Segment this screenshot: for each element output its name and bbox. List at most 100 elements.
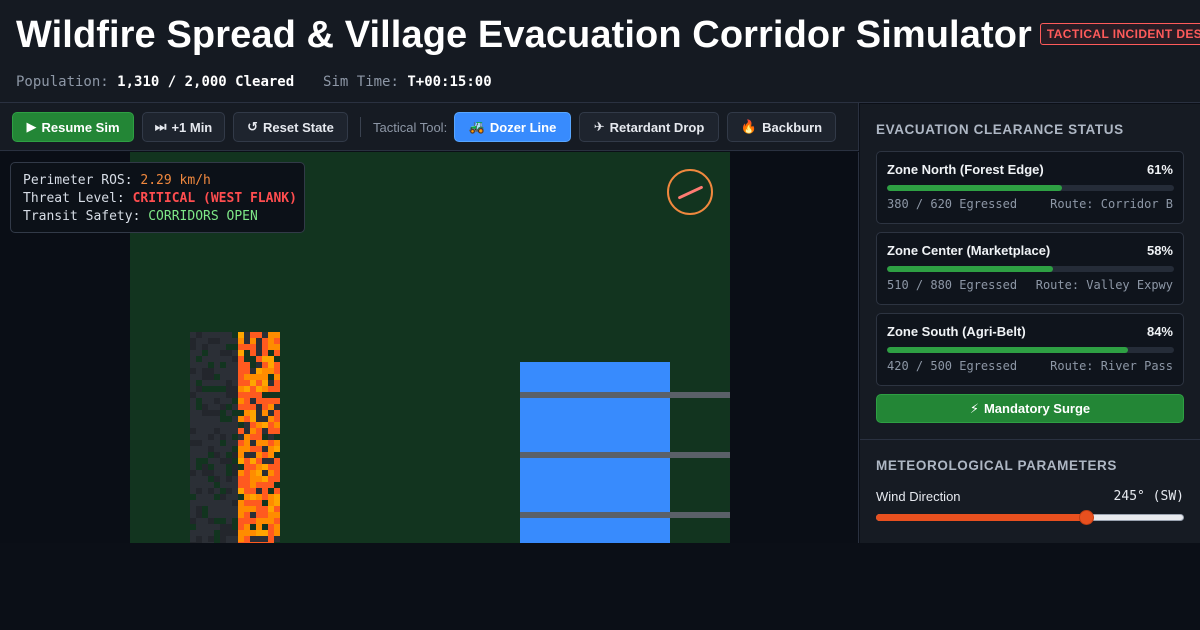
fire-cell (274, 500, 280, 506)
burned-cell (208, 494, 214, 500)
transit-value: CORRIDORS OPEN (148, 209, 258, 224)
fire-cell (268, 536, 274, 542)
burned-cell (226, 452, 232, 458)
burned-cell (226, 398, 232, 404)
wind-direction-slider[interactable] (876, 510, 1184, 525)
fire-cell (250, 482, 256, 488)
zone-progress-bar (887, 347, 1174, 353)
slider-thumb[interactable] (1079, 510, 1094, 525)
burned-cell (208, 374, 214, 380)
fire-cell (238, 374, 244, 380)
burned-cell (214, 416, 220, 422)
fire-cell (262, 470, 268, 476)
fire-cell (268, 356, 274, 362)
burned-cell (220, 398, 226, 404)
zone-card-center: Zone Center (Marketplace) 58% 510 / 880 … (876, 232, 1184, 305)
toolbar: ▶ Resume Sim ⏭ +1 Min ↺ Reset State Tact… (0, 103, 859, 151)
burned-cell (214, 350, 220, 356)
burned-cell (208, 392, 214, 398)
burned-cell (214, 476, 220, 482)
burned-cell (220, 422, 226, 428)
transit-label: Transit Safety: (23, 209, 141, 224)
burned-cell (214, 542, 220, 543)
burned-cell (226, 392, 232, 398)
backburn-label: Backburn (762, 119, 823, 135)
burned-cell (202, 476, 208, 482)
fire-cell (250, 500, 256, 506)
fire-cell (256, 410, 262, 416)
fire-cell (262, 362, 268, 368)
fire-cell (244, 338, 250, 344)
burned-cell (208, 506, 214, 512)
burned-cell (226, 332, 232, 338)
fire-cell (250, 452, 256, 458)
burned-cell (208, 380, 214, 386)
burned-cell (220, 386, 226, 392)
fire-cell (274, 368, 280, 374)
burned-cell (220, 356, 226, 362)
burned-cell (214, 524, 220, 530)
burned-cell (190, 446, 196, 452)
burned-cell (190, 542, 196, 543)
burned-cell (190, 374, 196, 380)
burned-cell (196, 518, 202, 524)
burned-cell (220, 428, 226, 434)
burned-cell (196, 458, 202, 464)
resume-sim-button[interactable]: ▶ Resume Sim (12, 112, 134, 142)
retardant-drop-button[interactable]: ✈ Retardant Drop (579, 112, 719, 142)
fire-cell (238, 332, 244, 338)
met-section-title: METEOROLOGICAL PARAMETERS (876, 458, 1118, 473)
burned-cell (220, 362, 226, 368)
fire-cell (250, 506, 256, 512)
fire-cell (238, 428, 244, 434)
burned-cell (220, 410, 226, 416)
fire-cell (268, 488, 274, 494)
fire-cell (256, 452, 262, 458)
fire-cell (268, 422, 274, 428)
fire-cell (256, 530, 262, 536)
burned-cell (214, 398, 220, 404)
mandatory-surge-button[interactable]: ⚡ Mandatory Surge (876, 394, 1184, 423)
fire-cell (262, 458, 268, 464)
fire-cell (274, 476, 280, 482)
burned-cell (214, 482, 220, 488)
fire-cell (262, 422, 268, 428)
fire-cell (262, 392, 268, 398)
fire-cell (262, 524, 268, 530)
zone-egressed-count: 380 / 620 Egressed (887, 197, 1018, 211)
fire-cell (268, 362, 274, 368)
burned-cell (208, 530, 214, 536)
burned-cell (220, 434, 226, 440)
burned-cell (208, 410, 214, 416)
burned-cell (226, 440, 232, 446)
dozer-line-button[interactable]: 🚜 Dozer Line (454, 112, 571, 142)
burned-cell (220, 446, 226, 452)
fire-cell (238, 482, 244, 488)
reset-state-button[interactable]: ↺ Reset State (233, 112, 348, 142)
fire-cell (256, 470, 262, 476)
title-row: Wildfire Spread & Village Evacuation Cor… (16, 14, 1200, 57)
fire-cell (262, 536, 268, 542)
fire-cell (274, 536, 280, 542)
burned-cell (202, 344, 208, 350)
fire-cell (256, 380, 262, 386)
wind-direction-value: 245° (SW) (1113, 489, 1184, 504)
burned-cell (196, 536, 202, 542)
fire-cell (274, 428, 280, 434)
burned-cell (220, 536, 226, 542)
backburn-button[interactable]: 🔥 Backburn (727, 112, 836, 142)
burned-cell (214, 536, 220, 542)
fire-cell (238, 392, 244, 398)
simulation-map[interactable]: Perimeter ROS: 2.29 km/h Threat Level: C… (0, 152, 859, 543)
burned-cell (226, 500, 232, 506)
burned-cell (226, 404, 232, 410)
fire-cell (262, 500, 268, 506)
step-minute-button[interactable]: ⏭ +1 Min (142, 112, 225, 142)
page-title: Wildfire Spread & Village Evacuation Cor… (16, 14, 1032, 56)
burned-cell (196, 338, 202, 344)
fire-cell (274, 338, 280, 344)
burned-cell (202, 386, 208, 392)
burned-cell (220, 470, 226, 476)
burned-cell (196, 446, 202, 452)
burned-cell (220, 500, 226, 506)
